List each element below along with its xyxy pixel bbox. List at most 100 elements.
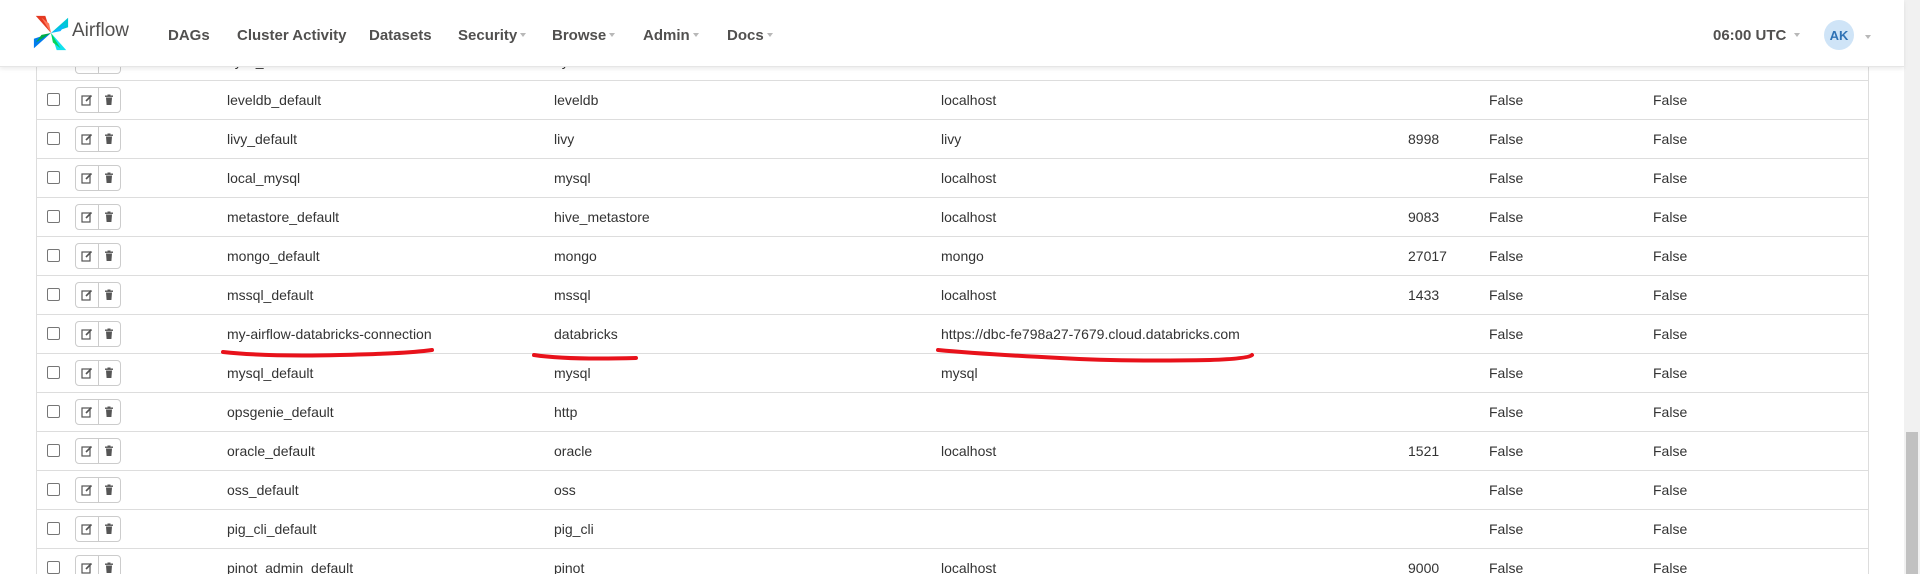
- nav-docs[interactable]: Docs: [727, 27, 773, 44]
- row-checkbox[interactable]: [47, 327, 60, 340]
- table-row: opsgenie_default http False False: [37, 392, 1868, 432]
- table-row: pinot_admin_default pinot localhost 9000 Fal…: [37, 548, 1868, 574]
- row-actions: [75, 243, 121, 269]
- edit-record-button[interactable]: [76, 88, 98, 112]
- chevron-down-icon[interactable]: [1865, 35, 1871, 39]
- row-checkbox[interactable]: [47, 444, 60, 457]
- is-extra-encrypted-cell: False: [1653, 443, 1688, 459]
- row-actions: [75, 516, 121, 542]
- row-checkbox[interactable]: [47, 249, 60, 262]
- is-encrypted-cell: False: [1489, 92, 1524, 108]
- delete-record-button[interactable]: [97, 244, 121, 268]
- nav-datasets[interactable]: Datasets: [369, 27, 432, 44]
- trash-icon: [105, 211, 114, 222]
- table-row: pig_cli_default pig_cli False False: [37, 509, 1868, 549]
- port-cell: 1433: [1408, 287, 1440, 303]
- row-checkbox[interactable]: [47, 288, 60, 301]
- conn-type-cell: pinot: [554, 560, 585, 574]
- conn-type-cell: leveldb: [554, 92, 599, 108]
- edit-icon: [81, 94, 92, 106]
- edit-record-button[interactable]: [76, 556, 98, 574]
- delete-record-button[interactable]: [97, 283, 121, 307]
- chevron-down-icon: [692, 33, 699, 38]
- conn-type-cell: pig_cli: [554, 521, 594, 537]
- conn-id-cell: pig_cli_default: [227, 521, 317, 537]
- nav-browse[interactable]: Browse: [552, 27, 616, 44]
- conn-type-cell: mysql: [554, 170, 591, 186]
- conn-id-cell: opsgenie_default: [227, 404, 334, 420]
- row-actions: [75, 87, 121, 113]
- edit-record-button[interactable]: [76, 517, 98, 541]
- user-avatar[interactable]: AK: [1824, 20, 1854, 50]
- row-checkbox[interactable]: [47, 171, 60, 184]
- edit-record-button[interactable]: [76, 322, 98, 346]
- edit-record-button[interactable]: [76, 283, 98, 307]
- trash-icon: [105, 289, 114, 300]
- edit-record-button[interactable]: [76, 478, 98, 502]
- edit-record-button[interactable]: [76, 400, 98, 424]
- edit-icon: [81, 445, 92, 457]
- is-extra-encrypted-cell: False: [1653, 131, 1688, 147]
- is-extra-encrypted-cell: False: [1653, 326, 1688, 342]
- table-row: metastore_default hive_metastore localhost…: [37, 197, 1868, 237]
- table-row: my-airflow-databricks-connection databric…: [37, 314, 1868, 354]
- nav-datasets-label: Datasets: [369, 27, 432, 44]
- row-checkbox[interactable]: [47, 483, 60, 496]
- delete-record-button[interactable]: [97, 322, 121, 346]
- conn-id-cell: livy_default: [227, 131, 298, 147]
- nav-admin[interactable]: Admin: [643, 27, 699, 44]
- delete-record-button[interactable]: [97, 166, 121, 190]
- delete-record-button[interactable]: [97, 439, 121, 463]
- conn-id-cell: oracle_default: [227, 443, 315, 459]
- row-checkbox[interactable]: [47, 132, 60, 145]
- nav-security[interactable]: Security: [458, 27, 527, 44]
- delete-record-button[interactable]: [97, 517, 121, 541]
- row-checkbox[interactable]: [47, 366, 60, 379]
- chevron-down-icon: [1794, 33, 1801, 38]
- row-checkbox[interactable]: [47, 93, 60, 106]
- is-extra-encrypted-cell: False: [1653, 170, 1688, 186]
- scrollbar-thumb[interactable]: [1906, 432, 1918, 574]
- is-extra-encrypted-cell: False: [1653, 209, 1688, 225]
- delete-record-button[interactable]: [97, 361, 121, 385]
- row-checkbox[interactable]: [47, 405, 60, 418]
- row-checkbox[interactable]: [47, 561, 60, 574]
- edit-icon: [81, 406, 92, 418]
- host-cell: https://dbc-fe798a27-7679.cloud.databric…: [941, 326, 1240, 342]
- row-checkbox[interactable]: [47, 210, 60, 223]
- is-encrypted-cell: False: [1489, 521, 1524, 537]
- delete-record-button[interactable]: [97, 478, 121, 502]
- nav-dags[interactable]: DAGs: [168, 27, 210, 44]
- nav-security-label: Security: [458, 27, 518, 44]
- table-row: leveldb_default leveldb localhost False Fals…: [37, 80, 1868, 120]
- row-checkbox[interactable]: [47, 522, 60, 535]
- is-extra-encrypted-cell: False: [1653, 248, 1688, 264]
- delete-record-button[interactable]: [97, 127, 121, 151]
- airflow-logo[interactable]: Airflow: [32, 14, 129, 52]
- delete-record-button[interactable]: [97, 88, 121, 112]
- nav-cluster-activity-label: Cluster Activity: [237, 27, 347, 44]
- delete-record-button[interactable]: [97, 556, 121, 574]
- delete-record-button[interactable]: [97, 400, 121, 424]
- timezone-dropdown[interactable]: 06:00 UTC: [1713, 27, 1801, 44]
- is-encrypted-cell: False: [1489, 404, 1524, 420]
- table-row: local_mysql mysql localhost False False: [37, 158, 1868, 198]
- row-actions: [75, 399, 121, 425]
- edit-record-button[interactable]: [76, 244, 98, 268]
- edit-record-button[interactable]: [76, 127, 98, 151]
- conn-type-cell: http: [554, 404, 578, 420]
- is-extra-encrypted-cell: False: [1653, 404, 1688, 420]
- table-row: mysql_default mysql mysql False False: [37, 353, 1868, 393]
- is-encrypted-cell: False: [1489, 482, 1524, 498]
- trash-icon: [105, 406, 114, 417]
- edit-record-button[interactable]: [76, 205, 98, 229]
- is-encrypted-cell: False: [1489, 170, 1524, 186]
- chevron-down-icon: [766, 33, 773, 38]
- edit-record-button[interactable]: [76, 166, 98, 190]
- nav-cluster-activity[interactable]: Cluster Activity: [237, 27, 346, 44]
- edit-record-button[interactable]: [76, 361, 98, 385]
- edit-record-button[interactable]: [76, 439, 98, 463]
- delete-record-button[interactable]: [97, 205, 121, 229]
- edit-icon: [81, 562, 92, 574]
- edit-icon: [81, 250, 92, 262]
